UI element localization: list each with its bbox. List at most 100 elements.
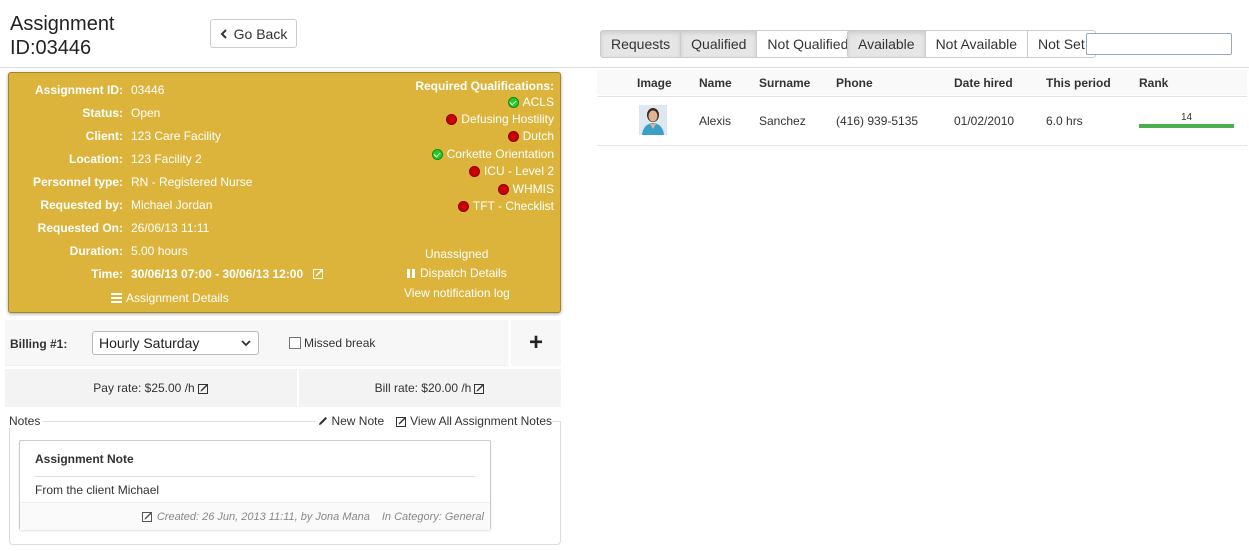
missing-status-icon <box>497 183 509 195</box>
qualification-filter-group: Requests Qualified Not Qualified <box>600 30 860 58</box>
field-value: Michael Jordan <box>131 198 213 212</box>
billing-row: Billing #1: Hourly Saturday Missed break <box>5 320 508 366</box>
unassigned-label: Unassigned <box>425 247 489 261</box>
qualification-item: WHMIS <box>497 181 554 197</box>
dispatch-details-link[interactable]: Dispatch Details <box>407 266 507 280</box>
billing-type-select[interactable]: Hourly Saturday <box>92 331 259 355</box>
edit-time-icon[interactable] <box>313 268 324 279</box>
cell-rank: 14 <box>1180 112 1193 123</box>
qualification-item: Corkette Orientation <box>431 146 554 162</box>
edit-pay-rate-icon[interactable] <box>197 383 209 394</box>
required-qualifications-heading: Required Qualifications: <box>415 79 554 93</box>
qualification-item: Defusing Hostility <box>446 111 554 127</box>
add-billing-button[interactable]: + <box>511 320 561 366</box>
field-label: Personnel type: <box>32 175 123 189</box>
search-input[interactable] <box>1086 33 1232 55</box>
field-value: 5.00 hours <box>131 244 188 258</box>
note-created: Created: 26 Jun, 2013 11:11, by Jona Man… <box>141 511 370 523</box>
field-value: 03446 <box>131 83 165 97</box>
field-label: Location: <box>69 152 123 166</box>
edit-bill-rate-icon[interactable] <box>474 383 485 394</box>
filter-not-qualified-button[interactable]: Not Qualified <box>757 30 860 58</box>
plus-icon: + <box>528 329 543 356</box>
page-title: Assignment ID:03446 <box>10 12 115 60</box>
column-header-date-hired: Date hired <box>954 76 1013 90</box>
filter-requests-button[interactable]: Requests <box>600 30 682 58</box>
filter-available-button[interactable]: Available <box>847 30 926 58</box>
column-header-image: Image <box>637 76 672 90</box>
personnel-type-row: Personnel type: RN - Registered Nurse <box>9 175 252 191</box>
column-header-this-period: This period <box>1046 76 1111 90</box>
field-value: 26/06/13 11:11 <box>131 221 210 235</box>
page-title-line1: Assignment <box>10 13 115 35</box>
new-note-button[interactable]: New Note <box>318 414 384 428</box>
note-card: Assignment Note From the client Michael … <box>19 440 491 530</box>
field-value: 123 Care Facility <box>131 129 222 143</box>
column-header-phone: Phone <box>836 76 873 90</box>
cell-phone: (416) 939-5135 <box>836 114 919 128</box>
go-back-button[interactable]: Go Back <box>210 19 297 48</box>
client-row: Client: 123 Care Facility <box>9 129 221 145</box>
qualification-name: ACLS <box>522 95 554 109</box>
chevron-left-icon <box>220 28 227 39</box>
edit-note-icon[interactable] <box>141 511 153 522</box>
requested-on-row: Requested On: 26/06/13 11:11 <box>9 221 210 237</box>
note-title: Assignment Note <box>35 452 134 466</box>
cell-surname: Sanchez <box>759 114 806 128</box>
page-title-line2: ID:03446 <box>10 37 92 59</box>
check-status-icon <box>507 96 519 108</box>
qualification-name: Corkette Orientation <box>446 147 554 161</box>
view-notification-log-link[interactable]: View notification log <box>404 286 510 300</box>
field-label: Client: <box>85 129 123 143</box>
qualification-name: Defusing Hostility <box>461 112 554 126</box>
billing-type-value: Hourly Saturday <box>99 335 200 351</box>
bill-rate: Bill rate: $20.00 /h <box>299 369 561 407</box>
note-footer: Created: 26 Jun, 2013 11:11, by Jona Man… <box>20 502 490 530</box>
field-value: Open <box>131 106 161 120</box>
dispatch-details-label: Dispatch Details <box>420 266 507 280</box>
filter-not-available-button[interactable]: Not Available <box>925 30 1029 58</box>
qualification-item: TFT - Checklist <box>457 198 554 214</box>
field-label: Requested On: <box>37 221 123 235</box>
pay-rate-label: Pay rate: $25.00 /h <box>93 381 195 395</box>
assignment-details-label: Assignment Details <box>126 291 229 305</box>
assignment-details-link[interactable]: Assignment Details <box>111 291 229 305</box>
column-header-name: Name <box>699 76 732 90</box>
view-all-notes-label: View All Assignment Notes <box>410 414 552 428</box>
bill-rate-label: Bill rate: $20.00 /h <box>374 381 472 395</box>
field-value: 30/06/13 07:00 - 30/06/13 12:00 <box>131 267 304 281</box>
field-value: 123 Facility 2 <box>131 152 202 166</box>
status-row: Status: Open <box>9 106 160 122</box>
duration-row: Duration: 5.00 hours <box>9 244 188 260</box>
cell-name: Alexis <box>699 114 732 128</box>
rank-progress-bar <box>1139 124 1234 128</box>
missing-status-icon <box>468 165 480 177</box>
missed-break-label: Missed break <box>304 336 376 350</box>
field-label: Duration: <box>69 244 123 258</box>
checkbox-box[interactable] <box>289 337 301 349</box>
field-label: Assignment ID: <box>34 83 123 97</box>
missed-break-checkbox[interactable]: Missed break <box>289 336 375 350</box>
missing-status-icon <box>446 113 458 125</box>
table-row[interactable]: Alexis Sanchez (416) 939-5135 01/02/2010… <box>597 96 1247 146</box>
check-status-icon <box>431 148 443 160</box>
pencil-icon <box>319 417 328 425</box>
avatar <box>639 105 667 135</box>
chevron-down-icon <box>241 340 251 347</box>
list-icon <box>111 293 122 303</box>
column-header-surname: Surname <box>759 76 811 90</box>
header-divider <box>0 67 1249 68</box>
qualification-item: ACLS <box>507 94 554 110</box>
qualification-name: TFT - Checklist <box>472 199 554 213</box>
view-notification-log-label: View notification log <box>404 286 510 300</box>
qualification-name: Dutch <box>522 129 554 143</box>
filter-qualified-button[interactable]: Qualified <box>681 30 758 58</box>
qualification-item: ICU - Level 2 <box>468 163 554 179</box>
location-row: Location: 123 Facility 2 <box>9 152 202 168</box>
unassigned-status: Unassigned <box>425 247 488 261</box>
field-value: RN - Registered Nurse <box>131 175 253 189</box>
qualification-name: WHMIS <box>512 182 554 196</box>
view-all-notes-button[interactable]: View All Assignment Notes <box>396 414 552 428</box>
time-row: Time: 30/06/13 07:00 - 30/06/13 12:00 <box>9 267 303 283</box>
field-label: Time: <box>91 267 123 281</box>
